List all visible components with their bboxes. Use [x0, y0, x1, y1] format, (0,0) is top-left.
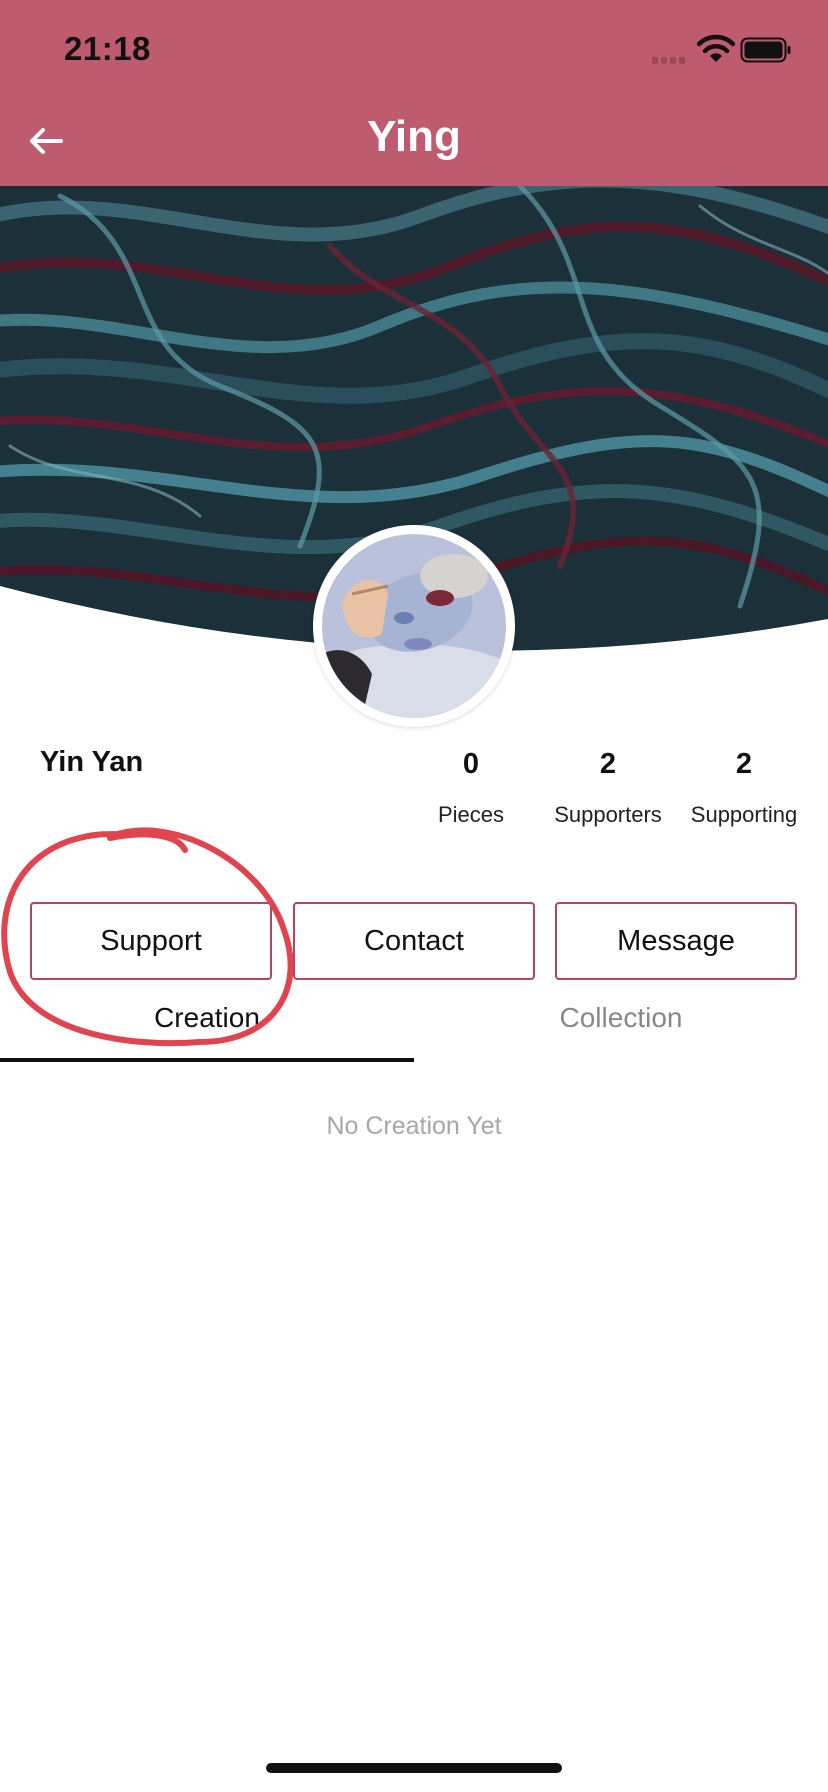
support-button[interactable]: Support [30, 902, 272, 980]
stat-pieces[interactable]: 0 Pieces [396, 746, 546, 828]
contact-button[interactable]: Contact [293, 902, 535, 980]
tab-creation[interactable]: Creation [0, 1002, 414, 1060]
status-time: 21:18 [64, 30, 151, 67]
stat-label: Supporting [690, 802, 798, 827]
profile-name: Yin Yan [40, 746, 144, 778]
empty-state-text: No Creation Yet [326, 1112, 502, 1140]
stat-value: 2 [735, 748, 753, 780]
stat-label: Supporters [554, 802, 662, 827]
avatar[interactable] [313, 525, 515, 727]
profile-screen: 21:18 Ying Yin Yan 0 Pieces 2 Supporters… [0, 0, 828, 1792]
avatar-image [322, 534, 506, 718]
stat-value: 0 [462, 748, 480, 780]
header-bar: 21:18 Ying [0, 0, 828, 186]
tab-collection[interactable]: Collection [414, 1002, 828, 1060]
stat-supporters[interactable]: 2 Supporters [533, 746, 683, 828]
stat-label: Pieces [437, 802, 505, 827]
cellular-signal-icon [652, 50, 690, 64]
wifi-icon [697, 34, 735, 62]
active-tab-indicator [0, 1058, 414, 1062]
stat-supporting[interactable]: 2 Supporting [669, 746, 819, 828]
home-indicator[interactable] [266, 1763, 562, 1773]
stat-value: 2 [599, 748, 617, 780]
battery-icon [740, 37, 791, 63]
message-button[interactable]: Message [555, 902, 797, 980]
page-title: Ying [367, 112, 461, 161]
